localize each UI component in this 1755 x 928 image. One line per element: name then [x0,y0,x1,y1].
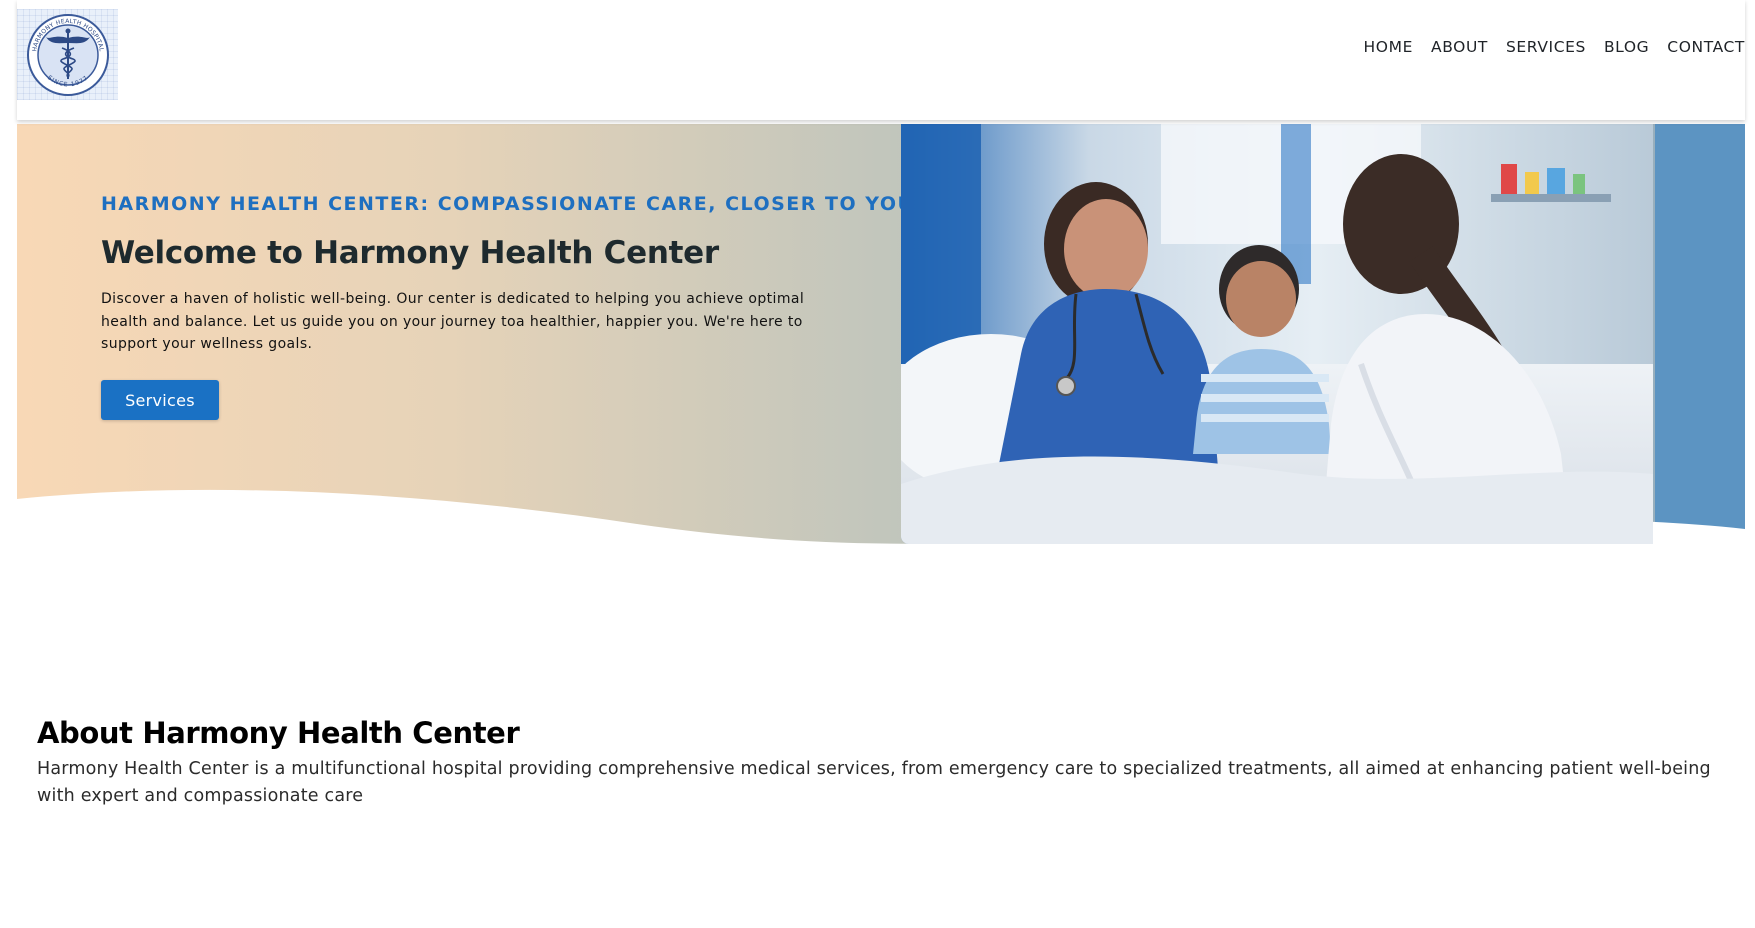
caduceus-seal-logo-icon: HARMONY HEALTH HOSPITAL SINCE 1977 [26,13,109,96]
hero-tagline: HARMONY HEALTH CENTER: COMPASSIONATE CAR… [101,193,924,215]
about-section: About Harmony Health Center Harmony Heal… [37,716,1727,810]
hero-title: Welcome to Harmony Health Center [101,235,719,271]
doctor-with-child-patient-photo-icon [901,124,1653,544]
nav-item-blog[interactable]: BLOG [1595,38,1658,56]
nav-item-services[interactable]: SERVICES [1497,38,1595,56]
main-nav: HOME ABOUT SERVICES BLOG CONTACT [1355,38,1745,56]
hero-section: HARMONY HEALTH CENTER: COMPASSIONATE CAR… [17,124,1745,554]
services-button[interactable]: Services [101,380,219,420]
about-title: About Harmony Health Center [37,716,520,750]
hero-description: Discover a haven of holistic well-being.… [101,291,805,352]
nav-item-home[interactable]: HOME [1355,38,1422,56]
nav-item-about[interactable]: ABOUT [1422,38,1497,56]
hero-image [901,124,1653,544]
nav-item-contact[interactable]: CONTACT [1658,38,1745,56]
logo[interactable]: HARMONY HEALTH HOSPITAL SINCE 1977 [17,9,118,100]
site-header: HARMONY HEALTH HOSPITAL SINCE 1977 HOME … [17,0,1745,120]
about-text: Harmony Health Center is a multifunction… [37,759,1711,806]
